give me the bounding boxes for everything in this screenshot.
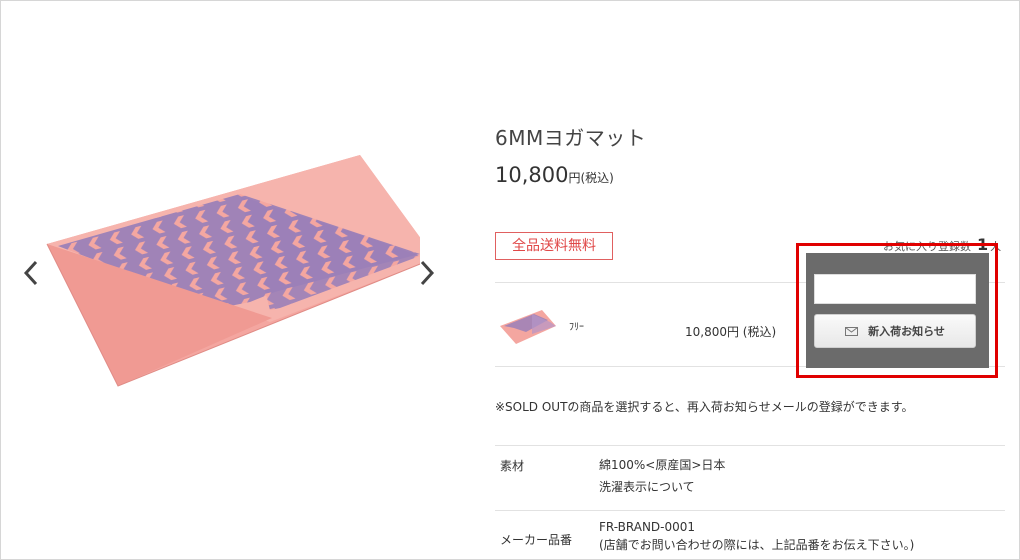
restock-notify-popup: 新入荷お知らせ (806, 253, 989, 368)
product-gallery (20, 150, 450, 410)
product-price: 10,800円(税込) (495, 163, 614, 187)
divider (495, 510, 1005, 511)
favorite-label: お気に入り登録数 (883, 240, 971, 253)
restock-notify-label: 新入荷お知らせ (868, 325, 945, 338)
spec-value-material: 綿100%<原産国>日本 洗濯表示について (599, 454, 725, 498)
favorite-unit: 人 (990, 240, 1002, 253)
spec-label-maker-code: メーカー品番 (500, 533, 573, 547)
mail-icon (845, 326, 859, 336)
spec-material-line: 綿100%<原産国>日本 (599, 458, 726, 472)
spec-value-maker-code: FR-BRAND-0001 (店舗でお問い合わせの際には、上記品番をお伝え下さい… (599, 518, 914, 554)
chevron-right-icon (420, 260, 435, 286)
variant-price: 10,800円 (税込) (685, 325, 777, 339)
product-title: 6MMヨガマット (495, 126, 647, 150)
favorite-count: お気に入り登録数 1 人 (883, 235, 1001, 254)
divider (495, 445, 1005, 446)
free-shipping-badge: 全品送料無料 (495, 232, 613, 260)
laundry-info-link[interactable]: 洗濯表示について (599, 476, 725, 498)
next-image-button[interactable] (416, 258, 438, 288)
price-suffix: 円(税込) (568, 171, 614, 185)
variant-thumbnail[interactable] (498, 306, 558, 346)
maker-code: FR-BRAND-0001 (599, 520, 696, 534)
maker-code-note: (店舗でお問い合わせの際には、上記品番をお伝え下さい。) (599, 538, 915, 552)
product-main-image (46, 155, 420, 387)
variant-size: ﾌﾘｰ (569, 322, 584, 333)
spec-label-material: 素材 (500, 459, 525, 473)
sold-out-note: ※SOLD OUTの商品を選択すると、再入荷お知らせメールの登録ができます。 (495, 400, 914, 414)
prev-image-button[interactable] (20, 258, 42, 288)
chevron-left-icon (23, 260, 38, 286)
email-input[interactable] (814, 274, 976, 304)
price-number: 10,800 (495, 163, 569, 187)
restock-notify-button[interactable]: 新入荷お知らせ (814, 314, 976, 348)
favorite-number: 1 (977, 235, 989, 254)
